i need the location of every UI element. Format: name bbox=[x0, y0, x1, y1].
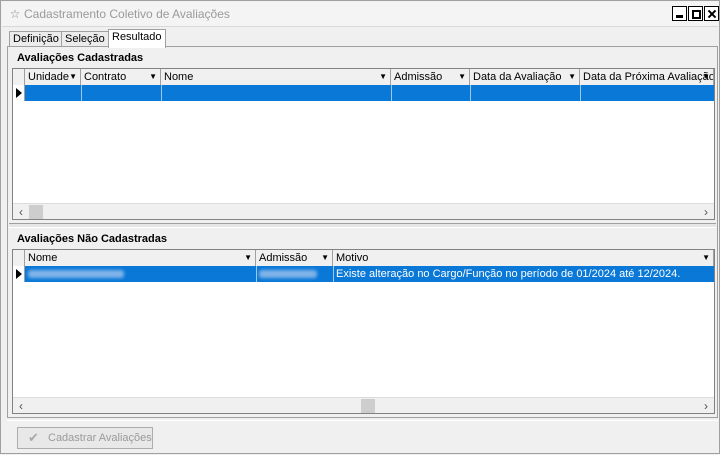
section-title-cadastradas: Avaliações Cadastradas bbox=[17, 52, 144, 64]
app-icon: ☆ bbox=[9, 7, 21, 21]
grid-header: Nome ▼ Admissão ▼ Motivo ▼ bbox=[13, 250, 714, 267]
column-header-motivo[interactable]: Motivo ▼ bbox=[333, 250, 714, 266]
column-header-data-proxima-avaliacao[interactable]: Data da Próxima Avaliação ▼ bbox=[580, 69, 714, 85]
cadastrar-avaliacoes-button[interactable]: ✔ Cadastrar Avaliações bbox=[17, 427, 153, 449]
tab-panel-resultado: Avaliações Cadastradas Unidade ▼ Contrato… bbox=[7, 46, 718, 418]
tab-definicao[interactable]: Definição bbox=[9, 31, 63, 47]
close-button[interactable] bbox=[704, 6, 719, 21]
chevron-down-icon[interactable]: ▼ bbox=[379, 69, 387, 85]
chevron-down-icon[interactable]: ▼ bbox=[244, 250, 252, 266]
table-row[interactable] bbox=[13, 85, 714, 101]
chevron-down-icon[interactable]: ▼ bbox=[702, 250, 710, 266]
scroll-left-icon[interactable]: ‹ bbox=[13, 204, 29, 219]
chevron-down-icon[interactable]: ▼ bbox=[458, 69, 466, 85]
horizontal-scrollbar[interactable]: ‹ › bbox=[13, 203, 714, 219]
grid-header: Unidade ▼ Contrato ▼ Nome ▼ Admissão ▼ Data … bbox=[13, 69, 714, 86]
chevron-down-icon[interactable]: ▼ bbox=[568, 69, 576, 85]
main-window: ☆ Cadastramento Coletivo de Avaliações D… bbox=[0, 0, 720, 454]
column-header-unidade[interactable]: Unidade ▼ bbox=[25, 69, 81, 85]
row-indicator-icon bbox=[13, 85, 25, 101]
title-bar[interactable]: ☆ Cadastramento Coletivo de Avaliações bbox=[2, 2, 719, 27]
splitter[interactable] bbox=[9, 223, 716, 228]
scroll-left-icon[interactable]: ‹ bbox=[13, 398, 29, 413]
window-title: Cadastramento Coletivo de Avaliações bbox=[24, 7, 230, 21]
column-header-data-avaliacao[interactable]: Data da Avaliação ▼ bbox=[470, 69, 580, 85]
scroll-thumb[interactable] bbox=[361, 399, 375, 413]
checkmark-icon: ✔ bbox=[28, 430, 39, 445]
scroll-right-icon[interactable]: › bbox=[698, 398, 714, 413]
grid-nao-cadastradas[interactable]: Nome ▼ Admissão ▼ Motivo ▼ Existe alteração… bbox=[12, 249, 715, 414]
cell-admissao-redacted bbox=[256, 266, 333, 282]
maximize-button[interactable] bbox=[688, 6, 703, 21]
column-header-admissao[interactable]: Admissão ▼ bbox=[256, 250, 333, 266]
scroll-right-icon[interactable]: › bbox=[698, 204, 714, 219]
chevron-down-icon[interactable]: ▼ bbox=[69, 69, 77, 85]
tab-selecao[interactable]: Seleção bbox=[61, 31, 109, 47]
tab-resultado[interactable]: Resultado bbox=[108, 29, 166, 48]
cell-motivo: Existe alteração no Cargo/Função no perí… bbox=[336, 268, 681, 280]
scroll-thumb[interactable] bbox=[29, 205, 43, 219]
column-header-nome[interactable]: Nome ▼ bbox=[161, 69, 391, 85]
row-indicator-icon bbox=[13, 266, 25, 282]
minimize-button[interactable] bbox=[672, 6, 687, 21]
column-header-contrato[interactable]: Contrato ▼ bbox=[81, 69, 161, 85]
column-header-admissao[interactable]: Admissão ▼ bbox=[391, 69, 470, 85]
chevron-down-icon[interactable]: ▼ bbox=[149, 69, 157, 85]
cell-nome-redacted bbox=[25, 266, 256, 282]
chevron-down-icon[interactable]: ▼ bbox=[702, 69, 710, 85]
grid-cadastradas[interactable]: Unidade ▼ Contrato ▼ Nome ▼ Admissão ▼ Data … bbox=[12, 68, 715, 220]
column-header-nome[interactable]: Nome ▼ bbox=[25, 250, 256, 266]
horizontal-scrollbar[interactable]: ‹ › bbox=[13, 397, 714, 413]
section-title-nao-cadastradas: Avaliações Não Cadastradas bbox=[17, 233, 167, 245]
chevron-down-icon[interactable]: ▼ bbox=[321, 250, 329, 266]
table-row[interactable]: Existe alteração no Cargo/Função no perí… bbox=[13, 266, 714, 282]
